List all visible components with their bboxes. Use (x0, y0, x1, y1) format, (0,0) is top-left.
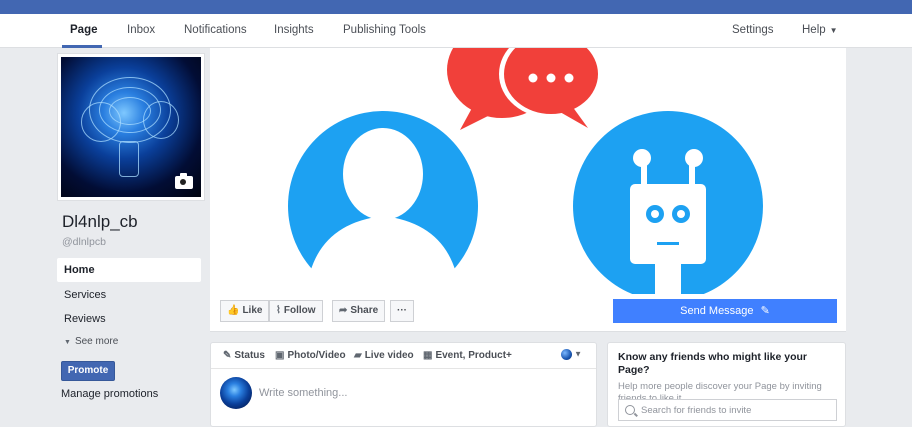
more-options-button[interactable]: ··· (390, 300, 414, 322)
sidebar-item-services[interactable]: Services (57, 283, 201, 307)
page-username: @dlnlpcb (62, 236, 106, 248)
see-more-label: See more (74, 336, 119, 347)
rss-icon: ⌇ (276, 305, 281, 316)
help-label: Help (802, 24, 826, 36)
post-composer: ✎ Status ▣ Photo/Video ▰ Live video ▦ Event,… (210, 342, 597, 427)
composer-avatar (220, 377, 252, 409)
tab-publishing-tools[interactable]: Publishing Tools (343, 24, 426, 36)
pencil-icon: ✎ (223, 350, 232, 361)
tab-insights[interactable]: Insights (274, 24, 314, 36)
globe-icon (561, 349, 573, 360)
photo-icon: ▣ (275, 350, 285, 361)
send-message-label: Send Message (680, 305, 754, 317)
share-button[interactable]: ➦ Share (332, 300, 386, 322)
camera-icon[interactable] (175, 173, 193, 189)
send-message-button[interactable]: Send Message ✎ (613, 299, 837, 323)
follow-label: Follow (283, 305, 316, 316)
invite-friends-card: Know any friends who might like your Pag… (607, 342, 846, 427)
manage-promotions-link[interactable]: Manage promotions (61, 388, 158, 400)
friend-search-box[interactable] (618, 399, 837, 421)
settings-link[interactable]: Settings (732, 24, 774, 36)
cover-photo[interactable] (210, 48, 846, 294)
person-avatar-icon (288, 111, 478, 294)
chevron-down-icon: ▼ (64, 339, 71, 346)
sidebar-item-reviews[interactable]: Reviews (57, 307, 201, 331)
profile-picture[interactable] (57, 53, 205, 201)
tab-photo-video[interactable]: ▣ Photo/Video (275, 350, 346, 361)
calendar-icon: ▦ (423, 350, 433, 361)
live-video-label: Live video (364, 350, 414, 361)
share-label: Share (350, 305, 379, 316)
like-label: Like (242, 305, 263, 316)
tab-inbox[interactable]: Inbox (127, 24, 155, 36)
share-arrow-icon: ➦ (339, 305, 348, 316)
cover-illustration (288, 48, 763, 294)
robot-avatar-icon (573, 111, 763, 294)
top-brand-bar (0, 0, 912, 14)
friend-search-input[interactable] (641, 402, 831, 418)
pencil-icon: ✎ (760, 305, 770, 317)
see-more-link[interactable]: ▼ See more (57, 331, 201, 354)
photo-video-label: Photo/Video (287, 350, 346, 361)
tab-status[interactable]: ✎ Status (223, 350, 265, 361)
chevron-down-icon: ▼ (574, 349, 582, 359)
brain-circuit-image (61, 57, 201, 197)
tab-live-video[interactable]: ▰ Live video (354, 350, 414, 361)
composer-tabs: ✎ Status ▣ Photo/Video ▰ Live video ▦ Event,… (211, 343, 596, 369)
chevron-down-icon: ▼ (829, 26, 838, 35)
page-sidebar-nav: Home Services Reviews ▼ See more (57, 258, 201, 354)
thumbs-up-icon: 👍 (227, 305, 240, 316)
event-product-label: Event, Product+ (435, 350, 512, 361)
tab-notifications[interactable]: Notifications (184, 24, 247, 36)
promote-button[interactable]: Promote (61, 361, 115, 381)
help-menu[interactable]: Help ▼ (802, 24, 838, 36)
page-title: Dl4nlp_cb (62, 212, 138, 231)
chat-bubbles-icon (447, 48, 603, 130)
write-something-input[interactable] (259, 383, 579, 403)
tab-page[interactable]: Page (70, 24, 98, 36)
like-button[interactable]: 👍 Like (220, 300, 270, 322)
tab-event-product[interactable]: ▦ Event, Product+ (423, 350, 512, 361)
page-actions-bar: 👍 Like ⌇ Follow ➦ Share ··· Send Message ✎ (210, 294, 846, 332)
video-camera-icon: ▰ (354, 350, 362, 361)
follow-button[interactable]: ⌇ Follow (269, 300, 323, 322)
audience-selector[interactable]: ▼ (561, 349, 582, 360)
status-label: Status (234, 350, 265, 361)
page-tabs-bar: Page Inbox Notifications Insights Publis… (0, 14, 912, 48)
sidebar-item-home[interactable]: Home (57, 258, 201, 282)
invite-friends-title: Know any friends who might like your Pag… (618, 351, 808, 376)
search-icon (625, 405, 635, 415)
active-tab-indicator (62, 45, 102, 48)
